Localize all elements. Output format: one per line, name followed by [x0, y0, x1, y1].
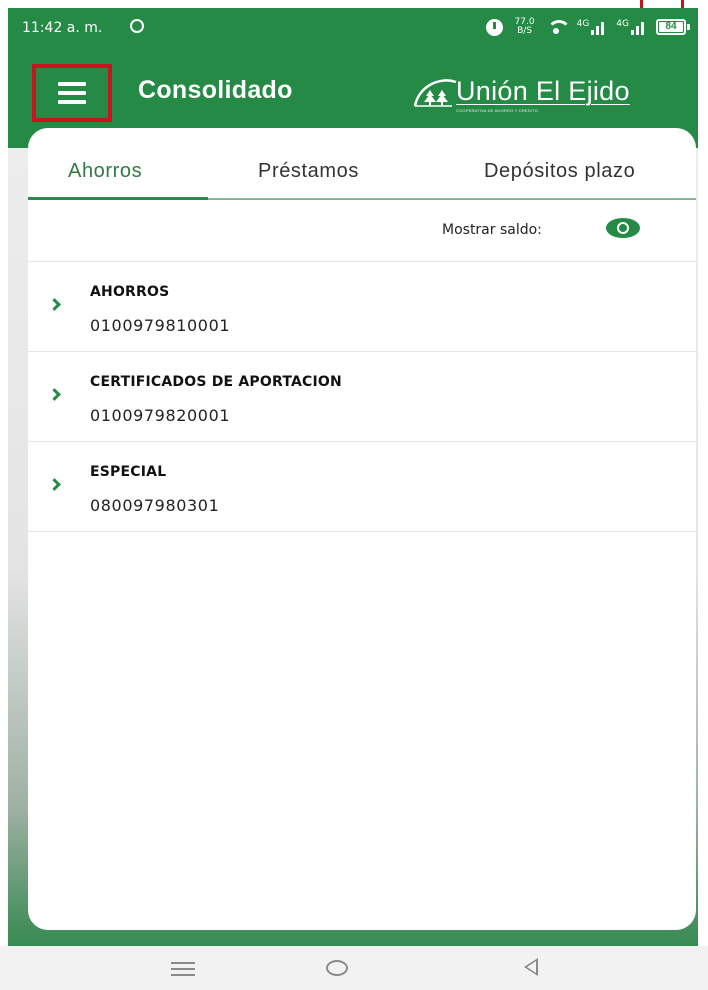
- chevron-right-icon: [48, 478, 61, 491]
- account-number: 0100979820001: [90, 406, 231, 425]
- status-icons: 77.0 B/S 4G 4G 84: [485, 18, 690, 36]
- signal-icon-2: 4G: [616, 19, 644, 35]
- account-name: AHORROS: [90, 284, 170, 300]
- system-nav-bar: [0, 946, 708, 990]
- nav-back-icon[interactable]: [524, 958, 538, 976]
- app-bar: Consolidado Unión El Ejido COOPERATIVA D…: [8, 52, 698, 132]
- network-speed: 77.0 B/S: [515, 18, 535, 36]
- chevron-right-icon: [48, 298, 61, 311]
- balance-toggle-label: Mostrar saldo:: [442, 222, 542, 238]
- battery-level: 84: [659, 22, 683, 32]
- tab-bar: Ahorros Préstamos Depósitos plazo: [28, 128, 696, 200]
- status-time: 11:42 a. m.: [22, 20, 103, 36]
- list-item-account[interactable]: ESPECIAL 080097980301: [28, 442, 696, 532]
- signal-icon-1: 4G: [577, 19, 605, 35]
- brand-logo: Unión El Ejido COOPERATIVA DE AHORRO Y C…: [412, 72, 694, 116]
- wifi-icon: [546, 20, 571, 34]
- brand-tagline: COOPERATIVA DE AHORRO Y CREDITO: [456, 108, 539, 113]
- tab-prestamos[interactable]: Préstamos: [258, 160, 359, 183]
- list-item-account[interactable]: AHORROS 0100979810001: [28, 262, 696, 352]
- nav-menu-icon[interactable]: [171, 962, 195, 976]
- signal-label-1: 4G: [576, 19, 590, 29]
- page-title: Consolidado: [138, 76, 293, 104]
- alarm-icon: [485, 18, 503, 36]
- network-speed-unit: B/S: [517, 26, 533, 36]
- account-list: AHORROS 0100979810001 CERTIFICADOS DE AP…: [28, 262, 696, 532]
- logo-icon: [413, 79, 457, 107]
- menu-button[interactable]: [32, 64, 112, 122]
- account-number: 0100979810001: [90, 316, 231, 335]
- balance-toggle-row: Mostrar saldo:: [28, 200, 696, 262]
- sync-icon: [130, 19, 144, 33]
- brand-name: Unión El Ejido: [456, 76, 630, 106]
- status-bar: 11:42 a. m. 77.0 B/S 4G 4G 84: [8, 8, 698, 52]
- account-name: ESPECIAL: [90, 464, 167, 480]
- tab-depositos-plazo[interactable]: Depósitos plazo: [484, 160, 635, 183]
- signal-label-2: 4G: [616, 19, 629, 29]
- accounts-card: Ahorros Préstamos Depósitos plazo Mostra…: [28, 128, 696, 930]
- eye-icon[interactable]: [606, 218, 640, 238]
- account-number: 080097980301: [90, 496, 220, 515]
- menu-icon: [58, 82, 86, 104]
- tab-ahorros[interactable]: Ahorros: [68, 160, 142, 183]
- list-item-account[interactable]: CERTIFICADOS DE APORTACION 0100979820001: [28, 352, 696, 442]
- phone-screen: 11:42 a. m. 77.0 B/S 4G 4G 84 Consolidad…: [8, 8, 698, 990]
- chevron-right-icon: [48, 388, 61, 401]
- nav-home-icon[interactable]: [326, 960, 348, 976]
- account-name: CERTIFICADOS DE APORTACION: [90, 374, 342, 390]
- battery-icon: 84: [656, 19, 690, 35]
